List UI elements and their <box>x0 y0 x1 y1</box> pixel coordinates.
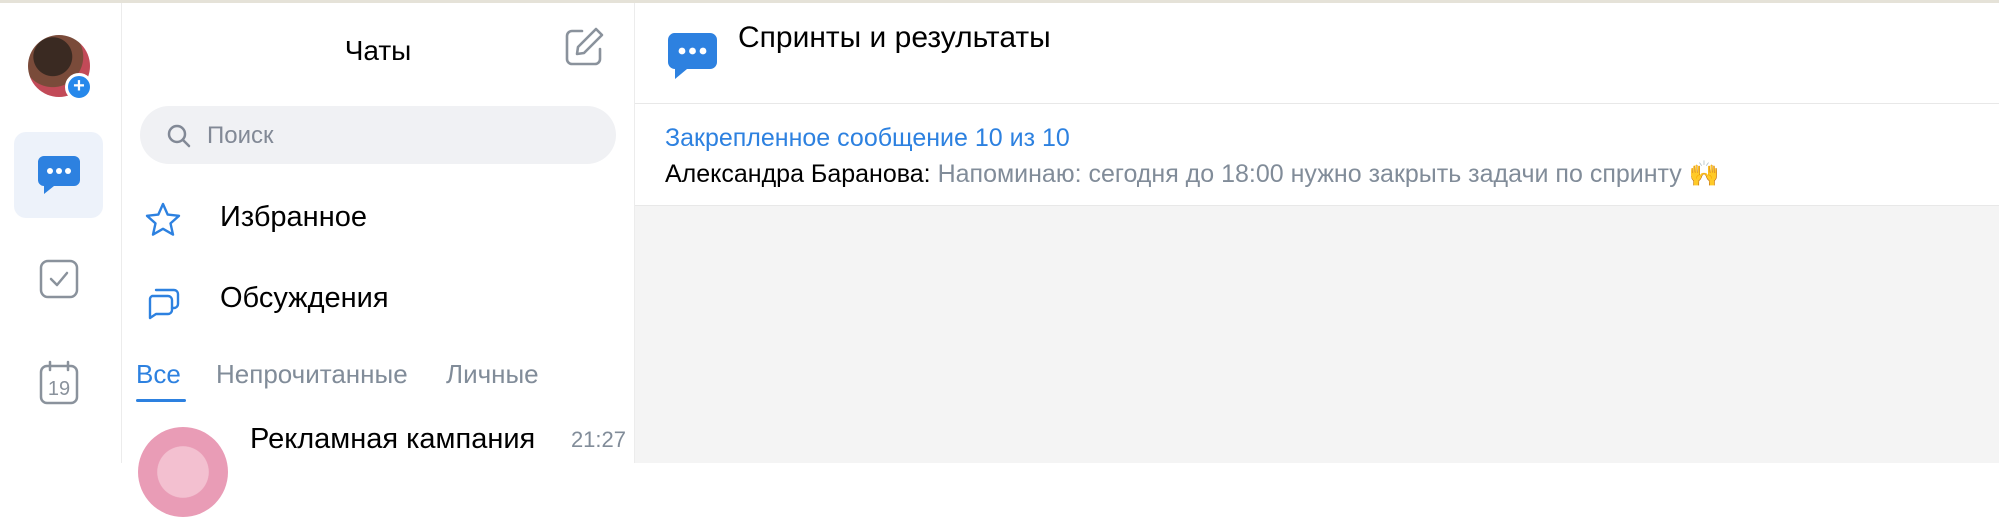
chats-panel: Чаты Поиск Избранное Обсуждения Все Непр… <box>122 3 635 517</box>
chat-icon <box>37 156 80 194</box>
chat-avatar <box>138 427 228 517</box>
rail-calendar-button[interactable]: 19 <box>14 340 103 426</box>
menu-item-label: Избранное <box>220 201 367 233</box>
chat-list-item[interactable]: Рекламная кампания 21:27 <box>136 415 626 517</box>
tab-unread[interactable]: Непрочитанные <box>216 359 408 390</box>
pinned-message-header: Закрепленное сообщение 10 из 10 <box>665 124 1070 152</box>
compose-button[interactable] <box>562 25 610 73</box>
discussions-icon <box>148 288 180 320</box>
chats-title: Чаты <box>344 35 412 66</box>
chat-filter-tabs: Все Непрочитанные Личные <box>136 355 626 402</box>
search-icon <box>167 124 191 148</box>
calendar-day-number: 19 <box>47 378 69 400</box>
star-icon <box>145 202 181 236</box>
pinned-message-text: Александра Баранова: Напоминаю: сегодня … <box>665 160 1720 189</box>
tab-all[interactable]: Все <box>136 359 181 390</box>
pinned-message-body: Напоминаю: сегодня до 18:00 нужно закрыт… <box>930 160 1720 188</box>
search-input[interactable]: Поиск <box>140 106 616 164</box>
rail-tasks-button[interactable] <box>14 236 103 322</box>
tasks-icon <box>39 259 78 299</box>
active-tab-indicator <box>136 399 186 402</box>
pinned-message-bar[interactable]: Закрепленное сообщение 10 из 10 Александ… <box>635 104 1999 206</box>
search-placeholder: Поиск <box>207 122 274 149</box>
pinned-message-author: Александра Баранова: <box>665 160 931 188</box>
group-chat-icon <box>667 33 717 79</box>
left-rail: + 19 <box>0 3 122 463</box>
tab-personal[interactable]: Личные <box>446 359 539 390</box>
conversation-header: Спринты и результаты <box>635 3 1999 104</box>
conversation-area: Спринты и результаты Закрепленное сообще… <box>635 3 1999 463</box>
menu-item-discussions[interactable]: Обсуждения <box>132 268 622 330</box>
calendar-icon: 19 <box>39 360 78 405</box>
menu-item-label: Обсуждения <box>220 282 389 314</box>
chat-name: Рекламная кампания <box>250 423 536 455</box>
rail-chats-button[interactable] <box>14 132 103 218</box>
conversation-title[interactable]: Спринты и результаты <box>738 21 1051 55</box>
add-account-icon[interactable]: + <box>65 73 93 101</box>
menu-item-favorites[interactable]: Избранное <box>132 187 622 249</box>
chat-time: 21:27 <box>570 427 626 452</box>
edit-icon <box>565 27 604 66</box>
